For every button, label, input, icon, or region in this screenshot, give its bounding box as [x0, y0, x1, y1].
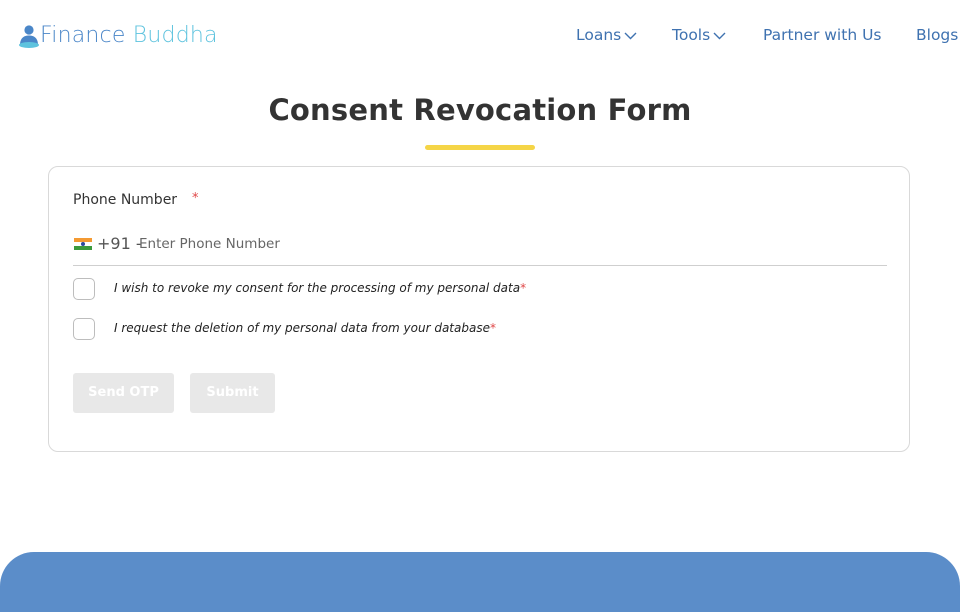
- footer-band: [0, 552, 960, 612]
- nav-item-blogs[interactable]: Blogs: [916, 23, 958, 47]
- required-marker: *: [192, 191, 199, 206]
- phone-number-label: Phone Number: [73, 192, 178, 208]
- phone-field: +91 -: [73, 233, 887, 266]
- logo-word-finance: Finance: [40, 23, 126, 48]
- buddha-person-icon: [19, 25, 39, 48]
- required-marker: *: [520, 281, 527, 295]
- nav-item-label: Tools: [672, 26, 711, 44]
- page-title: Consent Revocation Form: [268, 93, 692, 127]
- logo-text: Finance Buddha: [40, 22, 218, 50]
- logo-word-buddha: Buddha: [132, 23, 218, 48]
- chevron-down-icon: [713, 32, 726, 40]
- consent-form-card: Phone Number * +91 - I wish to revoke my…: [48, 166, 910, 452]
- nav-item-tools[interactable]: Tools: [672, 23, 726, 47]
- country-dial-code: +91 -: [97, 234, 142, 253]
- chevron-down-icon: [624, 32, 637, 40]
- delete-data-text: I request the deletion of my personal da…: [114, 321, 490, 335]
- required-marker: *: [489, 321, 496, 335]
- nav-item-partner[interactable]: Partner with Us: [763, 23, 882, 47]
- revoke-consent-label: I wish to revoke my consent for the proc…: [114, 281, 526, 295]
- revoke-consent-text: I wish to revoke my consent for the proc…: [114, 281, 521, 295]
- submit-button[interactable]: Submit: [190, 373, 275, 413]
- logo-link[interactable]: Finance Buddha: [18, 21, 218, 51]
- phone-number-input[interactable]: [139, 233, 879, 255]
- delete-data-checkbox[interactable]: [73, 318, 95, 340]
- nav-item-label: Loans: [576, 26, 622, 44]
- send-otp-button[interactable]: Send OTP: [73, 373, 174, 413]
- site-header: Finance Buddha Loans Tools Partner with …: [0, 0, 960, 70]
- delete-data-label: I request the deletion of my personal da…: [114, 321, 496, 335]
- revoke-consent-checkbox[interactable]: [73, 278, 95, 300]
- india-flag-icon: [74, 238, 92, 250]
- revoke-consent-row: I wish to revoke my consent for the proc…: [73, 278, 873, 302]
- title-underline: [425, 145, 535, 150]
- nav-item-label: Blogs: [916, 26, 959, 44]
- delete-data-row: I request the deletion of my personal da…: [73, 318, 873, 342]
- nav-item-loans[interactable]: Loans: [576, 23, 637, 47]
- nav-item-label: Partner with Us: [763, 26, 882, 44]
